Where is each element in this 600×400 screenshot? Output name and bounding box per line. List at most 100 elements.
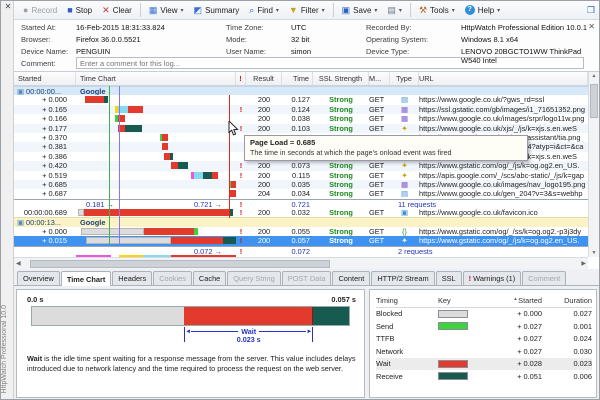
request-row[interactable]: + 0.1662000.038StrongGET▦https://www.goo…: [14, 114, 588, 123]
toolbar-button-label: Stop: [76, 6, 92, 15]
request-row[interactable]: + 0.177!2000.103StrongGET✦https://www.go…: [14, 124, 588, 133]
tab-cache[interactable]: Cache: [193, 271, 226, 285]
request-row[interactable]: 00:00:00.689!2000.032StrongGET▣https://w…: [14, 208, 588, 217]
tab-post-data[interactable]: POST Data: [282, 271, 332, 285]
toolbar-button-view[interactable]: ▦View▾: [144, 4, 189, 17]
chevron-down-icon: ▾: [497, 7, 500, 14]
ssl-cell: Strong: [313, 105, 369, 114]
timing-bar: [31, 306, 350, 326]
toolbar-button-find[interactable]: ⌕Find▾: [244, 4, 284, 17]
timing-key-cell: [438, 360, 490, 368]
tab-warnings-1[interactable]: !Warnings (1): [463, 271, 522, 285]
result-cell: [246, 87, 282, 95]
type-cell: [390, 218, 419, 226]
column-header-time-chart[interactable]: Time Chart: [76, 72, 236, 85]
timing-row-send[interactable]: Send+ 0.0270.001: [376, 320, 592, 333]
time-cell: 0.035: [282, 180, 313, 189]
tab-comment[interactable]: Comment: [522, 271, 566, 285]
vertical-scrollbar[interactable]: ▲ ▼: [588, 72, 599, 257]
scroll-up-icon[interactable]: ▲: [589, 73, 599, 79]
column-header-url[interactable]: URL: [419, 72, 588, 85]
toolbar-button-save[interactable]: ▣Save▾: [337, 4, 383, 17]
toolbar-button-label: View: [160, 6, 177, 15]
tooltip-title: Page Load = 0.685: [250, 138, 522, 147]
column-header-type[interactable]: Type: [390, 72, 419, 85]
tab-headers[interactable]: Headers: [112, 271, 152, 285]
page-group-row[interactable]: ▣ 00:00:00...Google: [14, 86, 588, 95]
toolbar-button-filter[interactable]: ▼Filter▾: [284, 4, 330, 17]
toolbar: ●Record■Stop✕Clear ▦View▾◩Summary⌕Find▾▼F…: [14, 1, 599, 20]
page-summary-row[interactable]: 0.072 →!0.0722 requests: [14, 246, 588, 255]
left-edge-strip: ✕ HttpWatch Professional 10.0: [1, 1, 14, 399]
toolbar-button-tools[interactable]: ⚒Tools▾: [414, 4, 460, 17]
type-cell: [369, 200, 398, 208]
toolbar-button-label: Clear: [113, 6, 132, 15]
scroll-left-icon[interactable]: ◀: [16, 260, 21, 267]
timing-table-panel: TimingKey▴ StartedDuration Blocked+ 0.000…: [369, 289, 597, 398]
toolbar-button-help[interactable]: ?Help▾: [460, 3, 505, 17]
column-header-time[interactable]: Time: [282, 72, 313, 85]
timing-column-header-duration[interactable]: Duration: [542, 296, 592, 305]
column-header-m[interactable]: M...: [369, 72, 390, 85]
tab-ssl[interactable]: SSL: [436, 271, 462, 285]
request-row[interactable]: + 0.015!2000.057StrongGET✦https://www.gs…: [14, 236, 588, 245]
chart-bar-segment-red: [162, 134, 168, 141]
started-cell: ▣ 00:00:13...: [14, 218, 76, 226]
request-row[interactable]: + 0.000!2000.055StrongGET{}https://www.g…: [14, 227, 588, 236]
column-header-result[interactable]: Result: [246, 72, 282, 85]
page-group-row[interactable]: ▣ 00:00:13...Google: [14, 217, 588, 226]
result-cell: [246, 218, 282, 226]
tab-cookies[interactable]: Cookies: [153, 271, 192, 285]
toolbar-button-summary[interactable]: ◩Summary: [189, 4, 245, 17]
image-type-icon: ▦: [390, 180, 419, 189]
started-cell: + 0.386: [14, 152, 76, 161]
request-row[interactable]: + 0.519!2000.115StrongGET✦https://apis.g…: [14, 171, 588, 180]
toolbar-button-stop[interactable]: ■Stop: [62, 4, 97, 17]
column-header-ssl-strength[interactable]: SSL Strength: [313, 72, 369, 85]
grid-rows: ▣ 00:00:00...Google+ 0.0002000.127Strong…: [14, 86, 588, 257]
request-row[interactable]: + 0.165!2000.124StrongGET▦https://ssl.gs…: [14, 105, 588, 114]
image-type-icon: ▦: [390, 114, 419, 123]
timing-column-header-started[interactable]: ▴ Started: [490, 296, 542, 305]
timing-row-network[interactable]: Network+ 0.0270.030: [376, 345, 592, 358]
request-row[interactable]: + 0.6852000.035StrongGET▦https://www.goo…: [14, 180, 588, 189]
warn-icon: !: [236, 171, 246, 180]
toolbar-button-print-icon[interactable]: ▤▾: [382, 4, 407, 17]
horizontal-scrollbar[interactable]: ◀ ▶: [14, 257, 588, 269]
request-count: 11 requests: [398, 200, 588, 208]
vertical-scroll-thumb[interactable]: [590, 84, 598, 118]
request-row[interactable]: + 0.0002000.127StrongGET▤https://www.goo…: [14, 95, 588, 104]
window-icon[interactable]: ❐: [587, 6, 595, 15]
toolbar-button-label: Find: [257, 6, 273, 15]
tab-label: Cache: [199, 274, 220, 283]
page-summary-row[interactable]: 0.181 →0.721 →!0.72111 requests: [14, 199, 588, 208]
scroll-down-icon[interactable]: ▼: [589, 250, 599, 256]
warn-icon: !: [236, 208, 246, 217]
toolbar-button-record[interactable]: ●Record: [18, 4, 62, 17]
tab-overview[interactable]: Overview: [17, 271, 60, 285]
warn-icon: !: [236, 236, 246, 245]
timing-duration: 0.023: [542, 359, 592, 368]
timing-row-blocked[interactable]: Blocked+ 0.0000.027: [376, 308, 592, 321]
scroll-right-icon[interactable]: ▶: [581, 260, 586, 267]
timing-column-header-timing[interactable]: Timing: [376, 296, 438, 305]
request-row[interactable]: + 0.420!2000.073StrongGET✦https://www.gs…: [14, 161, 588, 170]
timing-row-receive[interactable]: Receive+ 0.0510.006: [376, 370, 592, 383]
column-header-[interactable]: !: [236, 72, 246, 85]
timing-column-header-key[interactable]: Key: [438, 296, 490, 305]
info-field-value-browser: Firefox 36.0.0.5521: [76, 35, 141, 44]
tab-http-2-stream[interactable]: HTTP/2 Stream: [371, 271, 434, 285]
toolbar-button-clear[interactable]: ✕Clear: [97, 4, 137, 17]
started-cell: + 0.015: [14, 236, 76, 245]
info-close-icon[interactable]: ✕: [588, 22, 595, 31]
url-cell: https://www.google.co.uk/?gws_rd=ssl: [419, 95, 588, 104]
timing-row-ttfb[interactable]: TTFB+ 0.0270.024: [376, 333, 592, 346]
request-row[interactable]: + 0.6872040.034StrongGET▤https://www.goo…: [14, 189, 588, 198]
tab-content[interactable]: Content: [332, 271, 370, 285]
horizontal-scroll-thumb[interactable]: [30, 260, 330, 268]
column-header-started[interactable]: Started: [14, 72, 76, 85]
close-icon[interactable]: ✕: [3, 2, 13, 12]
timing-row-wait[interactable]: Wait+ 0.0280.023: [376, 358, 592, 371]
tab-query-string[interactable]: Query String: [227, 271, 281, 285]
tab-time-chart[interactable]: Time Chart: [61, 271, 111, 286]
